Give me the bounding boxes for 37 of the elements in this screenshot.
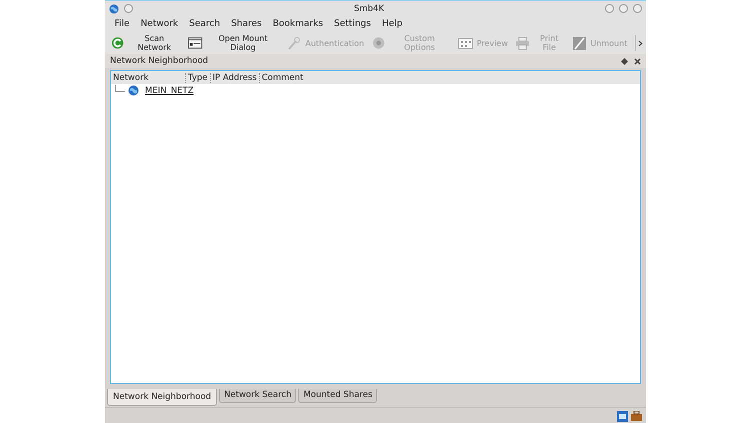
toolbar-button[interactable]: Open Mount Dialog [185, 34, 282, 52]
chevron-icon[interactable] [638, 40, 644, 46]
float-icon[interactable] [621, 58, 628, 64]
printer-icon [516, 36, 530, 50]
column-header[interactable]: Type [185, 72, 210, 82]
grid-icon [458, 38, 473, 48]
column-header[interactable]: Comment [258, 72, 306, 82]
column-header[interactable]: Network [111, 72, 185, 82]
refresh-icon [111, 36, 124, 50]
network-icon[interactable] [617, 410, 628, 422]
menu-item[interactable]: Settings [328, 17, 376, 31]
window-icon [188, 37, 203, 49]
tab[interactable]: Mounted Shares [298, 389, 378, 403]
tab[interactable]: Network Neighborhood [107, 389, 218, 406]
window-title: Smb4K [352, 4, 386, 14]
slash-icon [573, 36, 586, 50]
menu-item[interactable]: Shares [226, 17, 268, 31]
menu-item[interactable]: File [109, 17, 136, 31]
panel-title: Network Neighborhood [110, 56, 210, 66]
menu-item[interactable]: Network [135, 17, 184, 31]
menu-item[interactable]: Bookmarks [267, 17, 329, 31]
globe-icon [128, 85, 139, 96]
pin-button[interactable] [124, 4, 133, 13]
key-icon [287, 36, 302, 50]
gear-icon [372, 36, 386, 50]
menu-item[interactable]: Help [376, 17, 408, 31]
column-header[interactable]: IP Address [210, 72, 259, 82]
toolbar-button[interactable]: Scan Network [108, 34, 184, 52]
minimize-button[interactable] [605, 4, 614, 13]
maximize-button[interactable] [619, 4, 628, 13]
close-icon[interactable] [634, 58, 641, 64]
tree-item[interactable]: MEIN_NETZ [145, 86, 194, 96]
close-button[interactable] [633, 4, 642, 13]
briefcase-icon[interactable] [631, 411, 642, 421]
globe-icon[interactable] [109, 4, 119, 14]
menu-item[interactable]: Search [184, 17, 226, 31]
tab[interactable]: Network Search [219, 389, 296, 403]
